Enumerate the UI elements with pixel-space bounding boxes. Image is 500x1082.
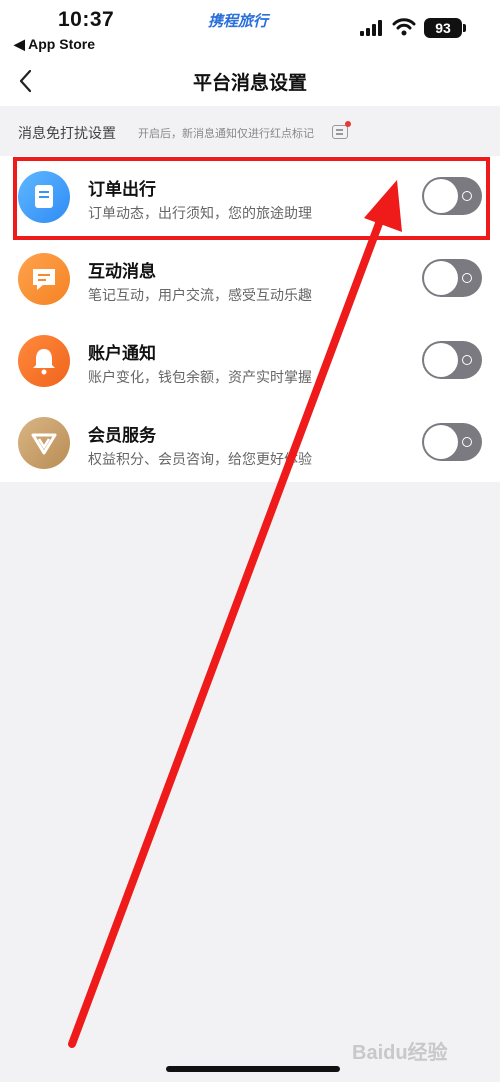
setting-title: 互动消息: [88, 262, 156, 282]
brand-logo: 携程旅行: [208, 12, 269, 30]
toggle-knob: [424, 425, 458, 459]
red-dot-icon: [345, 121, 351, 127]
dnd-section-title: 消息免打扰设置: [18, 126, 116, 142]
setting-title: 会员服务: [88, 426, 156, 446]
nav-bar: 平台消息设置: [0, 58, 500, 106]
setting-row-account[interactable]: 账户通知 账户变化，钱包余额，资产实时掌握: [0, 324, 500, 406]
cellular-signal-icon: [360, 20, 382, 36]
setting-row-member[interactable]: 会员服务 权益积分、会员咨询，给您更好体验: [0, 406, 500, 488]
chat-bubble-icon: [18, 253, 70, 305]
setting-desc: 账户变化，钱包余额，资产实时掌握: [88, 370, 312, 386]
dnd-section-note: 开启后，新消息通知仅进行红点标记: [138, 127, 314, 140]
status-bar: 10:37 ◀ App Store 携程旅行 93: [0, 0, 500, 58]
setting-desc: 笔记互动，用户交流，感受互动乐趣: [88, 288, 312, 304]
back-to-app-store-link[interactable]: ◀ App Store: [14, 36, 95, 53]
battery-tip: [463, 24, 466, 32]
baidu-watermark: Baidu经验: [352, 1042, 448, 1064]
toggle-knob: [424, 343, 458, 377]
home-indicator[interactable]: [166, 1066, 340, 1072]
setting-row-interaction[interactable]: 互动消息 笔记互动，用户交流，感受互动乐趣: [0, 242, 500, 324]
message-badge-icon: [332, 125, 348, 139]
annotation-highlight-box: [13, 157, 490, 240]
toggle-off-ring: [462, 437, 472, 447]
page-title: 平台消息设置: [192, 72, 307, 94]
setting-title: 账户通知: [88, 344, 156, 364]
status-time: 10:37: [58, 8, 115, 31]
dnd-section-header: 消息免打扰设置 开启后，新消息通知仅进行红点标记: [0, 106, 500, 156]
member-diamond-icon: [18, 417, 70, 469]
wifi-icon: [392, 18, 416, 36]
setting-desc: 权益积分、会员咨询，给您更好体验: [88, 452, 312, 468]
member-toggle[interactable]: [422, 423, 482, 461]
interaction-toggle[interactable]: [422, 259, 482, 297]
toggle-off-ring: [462, 355, 472, 365]
bell-icon: [18, 335, 70, 387]
toggle-knob: [424, 261, 458, 295]
account-toggle[interactable]: [422, 341, 482, 379]
battery-icon: 93: [424, 18, 462, 38]
toggle-off-ring: [462, 273, 472, 283]
